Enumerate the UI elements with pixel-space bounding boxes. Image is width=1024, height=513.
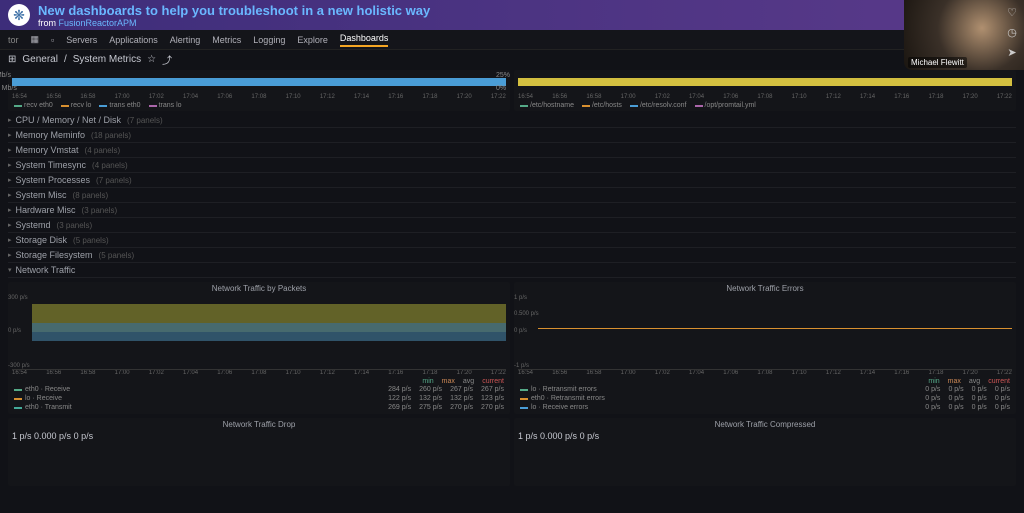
section-row[interactable]: ▸Memory Meminfo(18 panels) — [8, 128, 1016, 143]
section-row[interactable]: ▸CPU / Memory / Net / Disk(7 panels) — [8, 113, 1016, 128]
logo-icon: ❋ — [8, 4, 30, 26]
send-icon[interactable]: ➤ — [1004, 44, 1020, 60]
banner-subtitle: from FusionReactorAPM — [38, 18, 430, 28]
nav-metrics[interactable]: Metrics — [212, 35, 241, 45]
nav-logging[interactable]: Logging — [253, 35, 285, 45]
calendar-icon[interactable]: ▦ — [31, 34, 40, 45]
banner-title[interactable]: New dashboards to help you troubleshoot … — [38, 3, 430, 18]
star-icon[interactable]: ☆ — [147, 54, 156, 65]
chart-drop: Network Traffic Drop 1 p/s 0.000 p/s 0 p… — [8, 418, 510, 486]
share-icon[interactable]: ⤴ — [162, 52, 172, 67]
main-nav: tor ▦ ▫ Servers Applications Alerting Me… — [0, 30, 1024, 50]
section-row[interactable]: ▸Hardware Misc(3 panels) — [8, 203, 1016, 218]
nav-explore[interactable]: Explore — [297, 35, 328, 45]
section-row[interactable]: ▸Storage Filesystem(5 panels) — [8, 248, 1016, 263]
chart-errors: Network Traffic Errors 1 p/s 0.500 p/s 0… — [514, 282, 1016, 414]
panel-icon[interactable]: ⊞ — [8, 54, 16, 65]
nav-dashboards[interactable]: Dashboards — [340, 33, 389, 47]
section-row[interactable]: ▸System Misc(8 panels) — [8, 188, 1016, 203]
section-row[interactable]: ▸System Timesync(4 panels) — [8, 158, 1016, 173]
chart-packets: Network Traffic by Packets 300 p/s 0 p/s… — [8, 282, 510, 414]
chart-compressed: Network Traffic Compressed 1 p/s 0.000 p… — [514, 418, 1016, 486]
nav-alerting[interactable]: Alerting — [170, 35, 201, 45]
clock-icon[interactable]: ◷ — [1004, 24, 1020, 40]
section-row[interactable]: ▸System Processes(7 panels) — [8, 173, 1016, 188]
section-row[interactable]: ▸Memory Vmstat(4 panels) — [8, 143, 1016, 158]
section-row[interactable]: ▸Storage Disk(5 panels) — [8, 233, 1016, 248]
top-panel-right: 25%0% 16:5416:5616:5817:0017:0217:0417:0… — [514, 70, 1016, 111]
top-banner: ❋ New dashboards to help you troubleshoo… — [0, 0, 1024, 30]
author-link[interactable]: FusionReactorAPM — [59, 18, 137, 28]
nav-applications[interactable]: Applications — [109, 35, 158, 45]
top-panel-left: 1 Mb/s1.5 Mb/s 16:5416:5616:5817:0017:02… — [8, 70, 510, 111]
crumb-folder[interactable]: General — [22, 54, 58, 65]
breadcrumb-bar: ⊞ General / System Metrics ☆ ⤴ ⫽ ⊞ ⚙ ⊙ L… — [0, 50, 1024, 68]
heart-icon[interactable]: ♡ — [1004, 4, 1020, 20]
nav-servers[interactable]: Servers — [66, 35, 97, 45]
webcam-overlay: Michael Flewitt ♡ ◷ ➤ — [904, 0, 1024, 70]
presenter-name: Michael Flewitt — [908, 57, 967, 68]
section-row[interactable]: ▾Network Traffic — [8, 263, 1016, 278]
nav-brand: tor — [8, 35, 19, 45]
crumb-page[interactable]: System Metrics — [73, 54, 141, 65]
box-icon[interactable]: ▫ — [51, 35, 54, 45]
section-row[interactable]: ▸Systemd(3 panels) — [8, 218, 1016, 233]
